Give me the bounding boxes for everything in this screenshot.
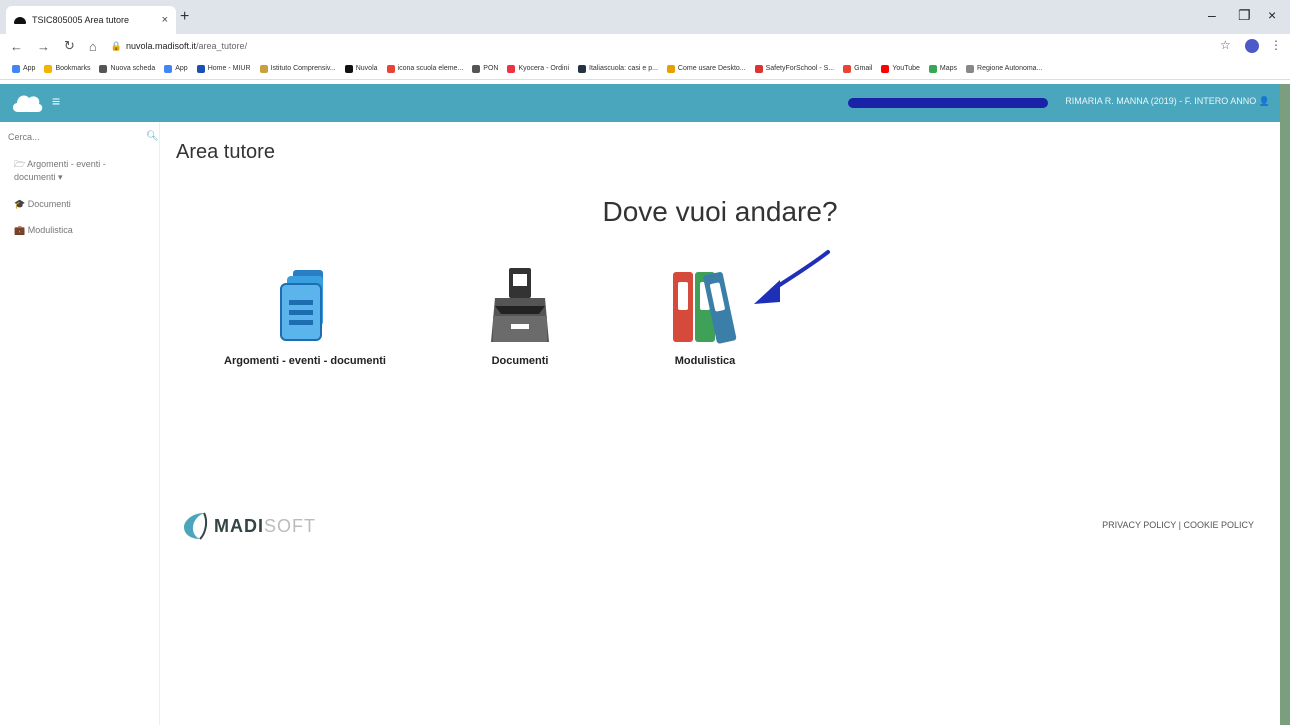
app-header: ≡ RIMARIA R. MANNA (2019) - F. INTERO AN…: [0, 84, 1280, 122]
nuvola-favicon-icon: [14, 16, 26, 24]
url-field[interactable]: nuvola.madisoft.it/area_tutore/: [126, 41, 247, 51]
tile-label: Modulistica: [674, 355, 736, 367]
bookmark-item[interactable]: Home - MIUR: [196, 64, 251, 73]
bookmark-item[interactable]: PON: [472, 64, 498, 73]
bookmarks-bar: App Bookmarks Nuova scheda App Home - MI…: [0, 58, 1290, 80]
madisoft-logo-icon: [184, 512, 208, 540]
bookmark-item[interactable]: Come usare Deskto...: [666, 64, 746, 73]
browser-tab-bar: TSIC805005 Area tutore × + – ❐ ×: [0, 0, 1290, 34]
search-icon[interactable]: 🔍︎: [146, 131, 159, 142]
address-bar: ← → ↻ ⌂ 🔒 nuvola.madisoft.it/area_tutore…: [0, 34, 1290, 58]
bookmark-item[interactable]: Istituto Comprensiv...: [259, 64, 336, 73]
bookmark-item[interactable]: App: [12, 64, 35, 73]
documents-icon: [280, 270, 323, 341]
tab-close-icon[interactable]: ×: [162, 14, 168, 26]
minimize-icon[interactable]: –: [1208, 7, 1216, 23]
bookmark-star-icon[interactable]: ☆: [1220, 38, 1231, 52]
back-icon[interactable]: ←: [10, 39, 23, 54]
redacted-mark: [848, 98, 1048, 108]
tab-title: TSIC805005 Area tutore: [32, 15, 130, 25]
search-input[interactable]: Cerca...: [8, 132, 40, 142]
reload-icon[interactable]: ↻: [64, 38, 75, 54]
archive-drawer-icon: [491, 268, 549, 342]
home-icon[interactable]: ⌂: [89, 39, 97, 54]
bookmark-item[interactable]: App: [164, 64, 188, 73]
close-window-icon[interactable]: ×: [1268, 7, 1276, 23]
bookmark-item[interactable]: Gmail: [843, 64, 872, 73]
restore-icon[interactable]: ❐: [1238, 7, 1251, 24]
bookmark-item[interactable]: Italiascuola: casi e p...: [578, 64, 658, 73]
tile-argomenti[interactable]: Argomenti - eventi - documenti: [220, 266, 390, 367]
scrollbar[interactable]: [1280, 84, 1290, 725]
browser-tab[interactable]: TSIC805005 Area tutore ×: [6, 6, 176, 34]
page-title: Area tutore: [176, 141, 275, 163]
tile-documenti[interactable]: Documenti: [470, 266, 570, 367]
forward-icon[interactable]: →: [37, 39, 50, 54]
user-label[interactable]: RIMARIA R. MANNA (2019) - F. INTERO ANNO…: [1065, 96, 1270, 107]
profile-avatar[interactable]: [1245, 39, 1259, 53]
bookmark-item[interactable]: SafetyForSchool - S...: [754, 64, 834, 73]
bookmark-item[interactable]: Regione Autonoma...: [966, 64, 1042, 73]
url-host: nuvola.madisoft.it: [125, 41, 197, 51]
logo-text: MADISOFT: [214, 515, 316, 536]
headline: Dove vuoi andare?: [602, 196, 838, 227]
bookmark-item[interactable]: Maps: [928, 64, 957, 73]
bookmark-item[interactable]: Bookmarks: [44, 64, 90, 73]
menu-toggle-icon[interactable]: ≡: [52, 93, 60, 109]
footer-links[interactable]: PRIVACY POLICY | COOKIE POLICY: [1102, 520, 1254, 530]
sidebar-item-argomenti[interactable]: 🗁 Argomenti - eventi - documenti ▾: [14, 158, 132, 184]
browser-menu-icon[interactable]: ⋮: [1270, 38, 1282, 52]
bookmark-item[interactable]: icona scuola eleme...: [386, 64, 463, 73]
bookmark-item[interactable]: YouTube: [881, 64, 920, 73]
arrow-annotation-icon: [754, 250, 830, 304]
bookmark-item[interactable]: Nuvola: [344, 64, 378, 73]
tile-label: Argomenti - eventi - documenti: [224, 355, 386, 367]
bookmark-item[interactable]: Kyocera - Ordini: [507, 64, 569, 73]
tile-label: Documenti: [491, 355, 549, 367]
cloud-logo-icon[interactable]: [10, 90, 44, 114]
url-path: /area_tutore/: [196, 41, 248, 51]
binders-icon: [673, 272, 737, 344]
new-tab-icon[interactable]: +: [180, 8, 189, 26]
madisoft-logo: MADISOFT: [182, 511, 316, 541]
user-icon: 👤: [1258, 96, 1270, 106]
tile-modulistica[interactable]: Modulistica: [655, 266, 755, 367]
lock-icon: 🔒: [110, 40, 122, 51]
folder-icon: 🗁: [14, 159, 28, 169]
bookmark-item[interactable]: Nuova scheda: [99, 64, 155, 73]
